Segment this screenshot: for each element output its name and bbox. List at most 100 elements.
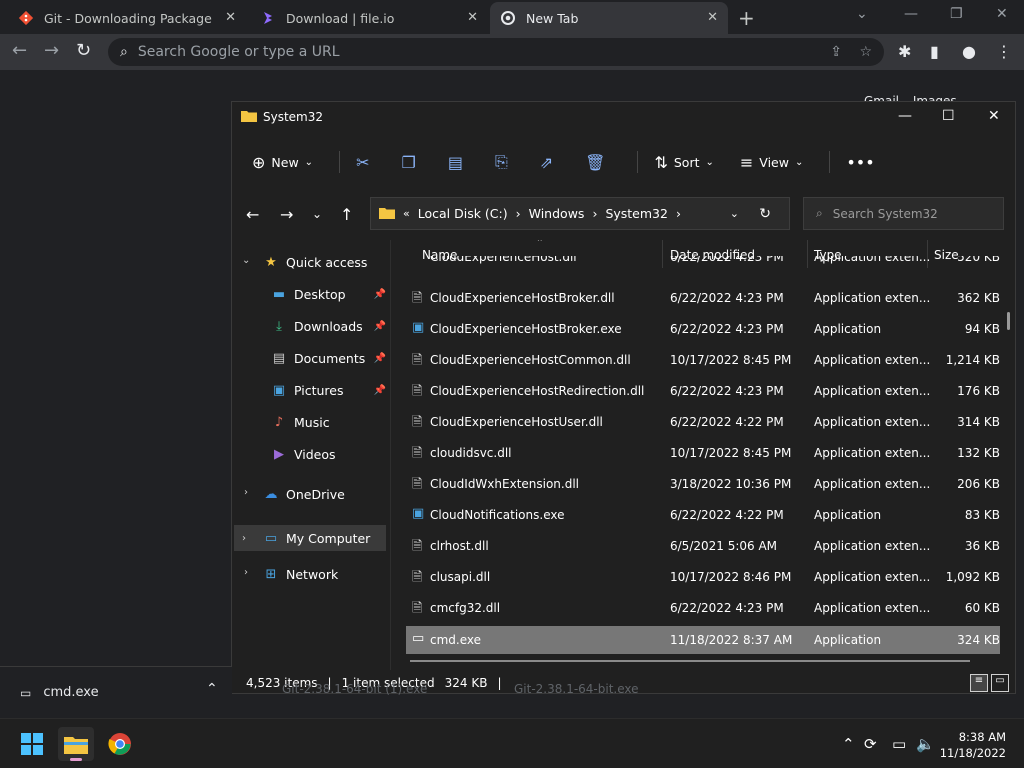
nav-documents[interactable]: ▤ Documents 📌 <box>270 345 386 371</box>
minimize-icon[interactable]: — <box>898 108 912 124</box>
share-button[interactable]: ⇗ <box>540 153 559 172</box>
pane-divider[interactable] <box>390 240 391 670</box>
new-tab-button[interactable]: + <box>738 6 755 30</box>
profile-icon[interactable]: ● <box>962 42 976 61</box>
up-icon[interactable]: ↑ <box>340 205 353 224</box>
minimize-icon[interactable]: — <box>904 6 918 22</box>
volume-icon[interactable]: 🔈 <box>916 735 935 753</box>
table-row[interactable]: 🗎 CloudIdWxhExtension.dll 3/18/2022 10:3… <box>406 470 1000 498</box>
nav-music[interactable]: ♪ Music <box>270 409 386 435</box>
pin-icon[interactable]: 📌 <box>374 321 386 332</box>
download-item-ghost[interactable]: Git-2.38.1-64-bit.exe <box>514 682 639 696</box>
table-row[interactable]: 🗎 CloudExperienceHostBroker.dll 6/22/202… <box>406 284 1000 312</box>
taskbar-file-explorer[interactable] <box>58 727 94 761</box>
extensions-icon[interactable]: ✱ <box>898 42 911 61</box>
cut-button[interactable]: ✂ <box>356 153 375 172</box>
table-row[interactable]: 🗎 cmcfg32.dll 6/22/2022 4:23 PM Applicat… <box>406 594 1000 622</box>
tiles-view-icon[interactable]: ▭ <box>991 674 1009 692</box>
breadcrumb-item[interactable]: System32 <box>605 206 668 221</box>
back-icon[interactable]: ← <box>12 40 27 61</box>
tab-new-tab[interactable]: New Tab ✕ <box>490 2 728 34</box>
breadcrumb-item[interactable]: Local Disk (C:) <box>418 206 508 221</box>
omnibox-input[interactable]: ⌕ Search Google or type a URL ⇪ ☆ <box>108 38 884 66</box>
chevron-right-icon[interactable]: › <box>242 533 252 544</box>
maximize-icon[interactable]: ☐ <box>942 108 955 124</box>
pin-icon[interactable]: 📌 <box>374 353 386 364</box>
chevron-up-icon[interactable]: ⌃ <box>206 681 218 697</box>
table-row[interactable]: 🗎 clusapi.dll 10/17/2022 8:46 PM Applica… <box>406 563 1000 591</box>
start-button[interactable] <box>14 727 50 761</box>
view-button[interactable]: ≡ View ⌄ <box>740 153 803 172</box>
paste-button[interactable]: ▤ <box>448 153 469 172</box>
breadcrumb-item[interactable]: Windows <box>529 206 585 221</box>
back-icon[interactable]: ← <box>246 205 259 224</box>
sort-button[interactable]: ⇅ Sort ⌄ <box>654 153 713 172</box>
refresh-icon[interactable]: ↻ <box>759 206 771 222</box>
network-icon[interactable]: ▭ <box>892 735 906 753</box>
table-row[interactable]: 🗎 CloudExperienceHostRedirection.dll 6/2… <box>406 377 1000 405</box>
clock[interactable]: 8:38 AM 11/18/2022 <box>940 729 1006 761</box>
table-row[interactable]: 🗎 CloudExperienceHostUser.dll 6/22/2022 … <box>406 408 1000 436</box>
nav-label: OneDrive <box>286 486 345 502</box>
table-row[interactable]: ▣ CloudExperienceHostBroker.exe 6/22/202… <box>406 315 1000 343</box>
breadcrumb-chevron-icon[interactable]: › <box>592 206 597 221</box>
details-view-icon[interactable]: ≡ <box>970 674 988 692</box>
nav-my-computer[interactable]: › ▭ My Computer <box>234 525 386 551</box>
nav-downloads[interactable]: ⤓ Downloads 📌 <box>270 313 386 339</box>
share-icon[interactable]: ⇪ <box>830 44 842 60</box>
table-row[interactable]: 🗎 cloudidsvc.dll 10/17/2022 8:45 PM Appl… <box>406 439 1000 467</box>
close-tab-icon[interactable]: ✕ <box>225 10 236 25</box>
pin-icon[interactable]: 📌 <box>374 289 386 300</box>
nav-videos[interactable]: ▶ Videos <box>270 441 386 467</box>
bookmark-star-icon[interactable]: ☆ <box>859 44 872 60</box>
nav-quick-access[interactable]: ★ Quick access <box>262 249 388 275</box>
reload-icon[interactable]: ↻ <box>76 40 91 61</box>
taskbar-chrome[interactable] <box>102 727 138 761</box>
forward-icon[interactable]: → <box>280 205 293 224</box>
recent-locations-icon[interactable]: ⌄ <box>312 207 322 221</box>
address-bar[interactable]: « Local Disk (C:) › Windows › System32 ›… <box>370 197 790 230</box>
close-tab-icon[interactable]: ✕ <box>707 10 718 25</box>
new-button[interactable]: ⊕ New ⌄ <box>252 153 313 172</box>
tab-fileio[interactable]: Download | file.io ✕ <box>250 2 488 34</box>
download-filename[interactable]: cmd.exe <box>43 685 98 700</box>
close-tab-icon[interactable]: ✕ <box>467 10 478 25</box>
chevron-down-icon[interactable]: ⌄ <box>242 255 250 266</box>
forward-icon[interactable]: → <box>44 40 59 61</box>
tab-search-icon[interactable]: ⌄ <box>856 6 868 22</box>
nav-desktop[interactable]: ▬ Desktop 📌 <box>270 281 386 307</box>
nav-onedrive[interactable]: ☁ OneDrive <box>262 481 388 507</box>
copy-button[interactable]: ❐ <box>401 153 421 172</box>
file-size: 36 KB <box>964 539 1000 553</box>
restore-icon[interactable]: ❐ <box>950 6 963 22</box>
horizontal-scrollbar[interactable] <box>410 660 970 662</box>
download-item-ghost[interactable]: Git-2.38.1-64-bit (1).exe <box>282 682 427 696</box>
pin-icon[interactable]: 📌 <box>374 385 386 396</box>
chevron-right-icon[interactable]: › <box>244 567 248 578</box>
table-row[interactable]: 🗎 CloudExperienceHostCommon.dll 10/17/20… <box>406 346 1000 374</box>
search-input[interactable]: ⌕ Search System32 <box>803 197 1004 230</box>
tab-git-downloading[interactable]: Git - Downloading Package ✕ <box>8 2 246 34</box>
nav-network[interactable]: ⊞ Network <box>262 561 388 587</box>
nav-pictures[interactable]: ▣ Pictures 📌 <box>270 377 386 403</box>
side-panel-icon[interactable]: ▮ <box>930 42 939 61</box>
more-options-button[interactable]: ••• <box>846 153 874 172</box>
rename-icon: ⎘ <box>494 152 508 171</box>
sync-icon[interactable]: ⟳ <box>864 735 877 753</box>
rename-button[interactable]: ⎘ <box>495 152 514 172</box>
close-window-icon[interactable]: ✕ <box>996 6 1008 22</box>
breadcrumb-chevron-icon[interactable]: › <box>676 206 681 221</box>
delete-button[interactable]: 🗑 <box>585 153 611 172</box>
overflow-chevron-icon[interactable]: « <box>403 207 410 220</box>
table-row-selected[interactable]: ▭ cmd.exe 11/18/2022 8:37 AM Application… <box>406 626 1000 654</box>
breadcrumb-chevron-icon[interactable]: › <box>516 206 521 221</box>
address-dropdown-icon[interactable]: ⌄ <box>730 207 739 220</box>
table-row[interactable]: 🗎 clrhost.dll 6/5/2021 5:06 AM Applicati… <box>406 532 1000 560</box>
chrome-menu-icon[interactable]: ⋮ <box>996 42 1012 61</box>
chevron-right-icon[interactable]: › <box>244 487 248 498</box>
vertical-scrollbar[interactable] <box>1007 312 1010 330</box>
table-row[interactable]: ▣ CloudNotifications.exe 6/22/2022 4:22 … <box>406 501 1000 529</box>
table-row[interactable]: CloudExperienceHost.dll 6/22/2022 4:23 P… <box>406 256 1000 270</box>
close-icon[interactable]: ✕ <box>988 108 1000 124</box>
show-hidden-icons-icon[interactable]: ⌃ <box>842 735 855 753</box>
